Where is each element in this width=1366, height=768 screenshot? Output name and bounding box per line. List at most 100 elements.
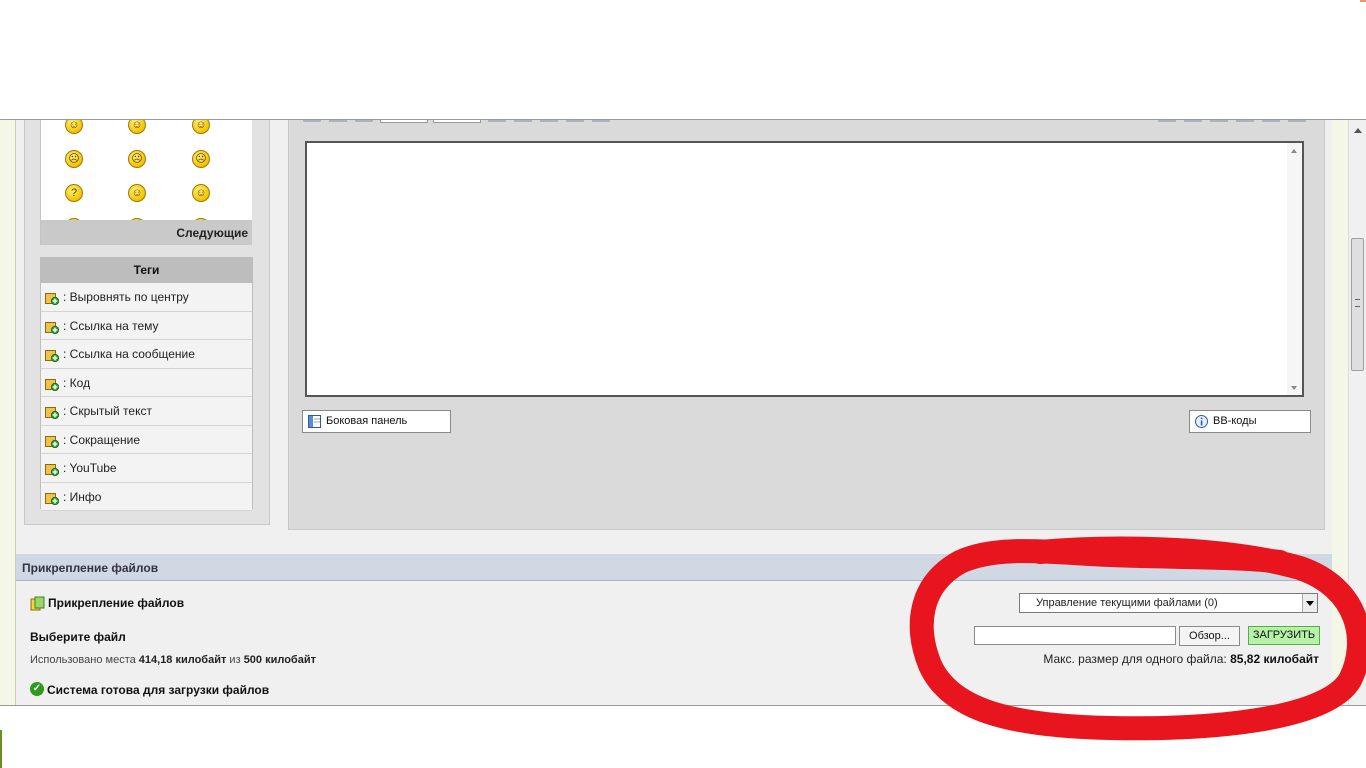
- toolbar-button-stub[interactable]: [355, 120, 373, 122]
- toolbar-size-select[interactable]: [433, 120, 481, 123]
- smiley-row: ☹ ☹ ☹: [41, 142, 239, 176]
- tag-add-icon: [45, 350, 59, 362]
- tag-item[interactable]: : Скрытый текст: [41, 397, 252, 426]
- smiley-icon[interactable]: ☺: [128, 184, 146, 202]
- tag-item[interactable]: : YouTube: [41, 454, 252, 483]
- tag-add-icon: [45, 464, 59, 476]
- upload-ready-text: Система готова для загрузки файлов: [47, 683, 270, 697]
- smiley-box: ☺ ☺ ☺ ☹ ☹ ☹? ☺ ☺ !☺!: [40, 120, 252, 220]
- used-space-limit: 500 килобайт: [243, 654, 316, 666]
- tag-label: : Инфо: [63, 489, 102, 504]
- toolbar-button-stub[interactable]: [566, 120, 584, 122]
- toolbar-button-stub[interactable]: [1236, 120, 1254, 122]
- tag-add-icon: [45, 407, 59, 419]
- smiley-row: !☺!: [41, 210, 239, 220]
- smiley-row: ? ☺ ☺: [41, 176, 239, 210]
- tag-item[interactable]: : Ссылка на сообщение: [41, 340, 252, 369]
- textarea-scrollbar[interactable]: [1287, 143, 1302, 395]
- top-blank-area: [0, 0, 1366, 119]
- sidebar-toggle-button[interactable]: Боковая панель: [302, 410, 451, 433]
- max-size-value: 85,82 килобайт: [1230, 652, 1319, 666]
- max-file-size-text: Макс. размер для одного файла: 85,82 кил…: [1043, 652, 1319, 666]
- smiley-icon[interactable]: ☺: [128, 120, 146, 134]
- smiley-icon[interactable]: ☹: [128, 150, 146, 168]
- page-scroll-thumb[interactable]: [1351, 238, 1364, 371]
- toolbar-font-select[interactable]: [380, 120, 428, 123]
- tag-item[interactable]: : Инфо: [41, 482, 252, 511]
- smiley-icon[interactable]: ☺: [192, 184, 210, 202]
- tag-label: : Код: [63, 375, 91, 390]
- tag-add-icon: [45, 492, 59, 505]
- toolbar-button-stub[interactable]: [303, 120, 321, 122]
- toolbar-button-stub[interactable]: [329, 120, 347, 122]
- sidebar-toggle-label: Боковая панель: [326, 415, 408, 427]
- tag-label: : Ссылка на тему: [63, 318, 159, 333]
- tag-label: : YouTube: [63, 461, 117, 475]
- used-space-value: 414,18 килобайт: [138, 654, 227, 666]
- toolbar-button-stub[interactable]: [1210, 120, 1228, 122]
- browse-button[interactable]: Обзор...: [1179, 626, 1240, 646]
- smiley-icon[interactable]: ☺: [192, 120, 210, 134]
- page-scroll-up-icon[interactable]: [1354, 128, 1362, 133]
- message-textarea[interactable]: [305, 141, 1304, 397]
- tag-item[interactable]: : Код: [41, 368, 252, 397]
- page-scrollbar[interactable]: [1348, 120, 1366, 705]
- info-icon: [1195, 415, 1208, 428]
- tag-item[interactable]: : Сокращение: [41, 425, 252, 454]
- file-path-input[interactable]: [974, 626, 1176, 645]
- toolbar-button-stub[interactable]: [488, 120, 506, 122]
- tags-panel: Теги : Выровнять по центру : Ссылка на те…: [40, 257, 253, 511]
- tags-title: Теги: [41, 258, 252, 283]
- bbcodes-button[interactable]: BB-коды: [1189, 410, 1311, 433]
- manage-files-select[interactable]: Управление текущими файлами (0): [1019, 593, 1318, 613]
- toolbar-button-stub[interactable]: [1288, 120, 1306, 122]
- scroll-up-icon[interactable]: [1291, 149, 1297, 153]
- toolbar-button-stub[interactable]: [1184, 120, 1202, 122]
- scroll-down-icon[interactable]: [1291, 386, 1297, 390]
- toolbar-button-stub[interactable]: [1262, 120, 1280, 122]
- tag-item[interactable]: : Выровнять по центру: [41, 283, 252, 312]
- attachments-section: Прикрепление файлов Выберите файл Исполь…: [16, 581, 1332, 705]
- tag-add-icon: [45, 293, 59, 305]
- smiley-next-link[interactable]: Следующие: [176, 226, 248, 240]
- smiley-icon[interactable]: ☺: [65, 120, 83, 134]
- attachment-icon: [30, 596, 45, 611]
- used-space-prefix: Использовано места: [30, 654, 139, 666]
- tag-add-icon: [45, 435, 59, 448]
- tag-label: : Сокращение: [63, 432, 141, 447]
- toolbar-button-stub[interactable]: [540, 120, 558, 122]
- choose-file-label: Выберите файл: [30, 630, 126, 644]
- attachments-section-header: Прикрепление файлов: [16, 554, 1332, 581]
- smiley-icon[interactable]: ?: [65, 184, 83, 202]
- smiley-icon[interactable]: ☹: [65, 150, 83, 168]
- tag-label: : Ссылка на сообщение: [63, 347, 195, 361]
- check-icon: ✓: [30, 682, 44, 696]
- max-size-prefix: Макс. размер для одного файла:: [1043, 652, 1231, 666]
- sidebar-panel-icon: [308, 415, 321, 428]
- smiley-grid: ☺ ☺ ☺ ☹ ☹ ☹? ☺ ☺ !☺!: [41, 120, 239, 220]
- manage-files-value: Управление текущими файлами (0): [1036, 597, 1218, 609]
- bbcodes-label: BB-коды: [1213, 415, 1257, 427]
- taskbar-edge: [0, 730, 2, 768]
- window-corner-mark: [1360, 0, 1366, 2]
- tag-label: : Выровнять по центру: [63, 290, 189, 304]
- tag-item[interactable]: : Ссылка на тему: [41, 311, 252, 340]
- tag-add-icon: [45, 321, 59, 334]
- toolbar-button-stub[interactable]: [1158, 120, 1176, 122]
- smiley-icon[interactable]: ☹: [192, 150, 210, 168]
- tag-add-icon: [45, 378, 59, 391]
- tag-label: : Скрытый текст: [63, 404, 152, 418]
- smiley-row: ☺ ☺ ☺: [41, 120, 239, 142]
- toolbar-button-stub[interactable]: [592, 120, 610, 122]
- smiley-next-bar: Следующие: [40, 220, 252, 245]
- used-space-text: Использовано места 414,18 килобайт из 50…: [30, 654, 316, 666]
- toolbar-button-stub[interactable]: [514, 120, 532, 122]
- tags-list: : Выровнять по центру : Ссылка на тему : С…: [41, 283, 252, 511]
- upload-ready-status: ✓ Система готова для загрузки файлов: [30, 682, 270, 697]
- chevron-down-icon[interactable]: [1302, 594, 1317, 612]
- bottom-blank-area: [0, 707, 1366, 768]
- browser-viewport: ☺ ☺ ☺ ☹ ☹ ☹? ☺ ☺ !☺! Следующие Теги : Выровнять …: [0, 119, 1366, 706]
- used-space-of: из: [226, 654, 244, 666]
- upload-button[interactable]: ЗАГРУЗИТЬ: [1248, 626, 1320, 645]
- attachments-section-title: Прикрепление файлов: [22, 561, 159, 575]
